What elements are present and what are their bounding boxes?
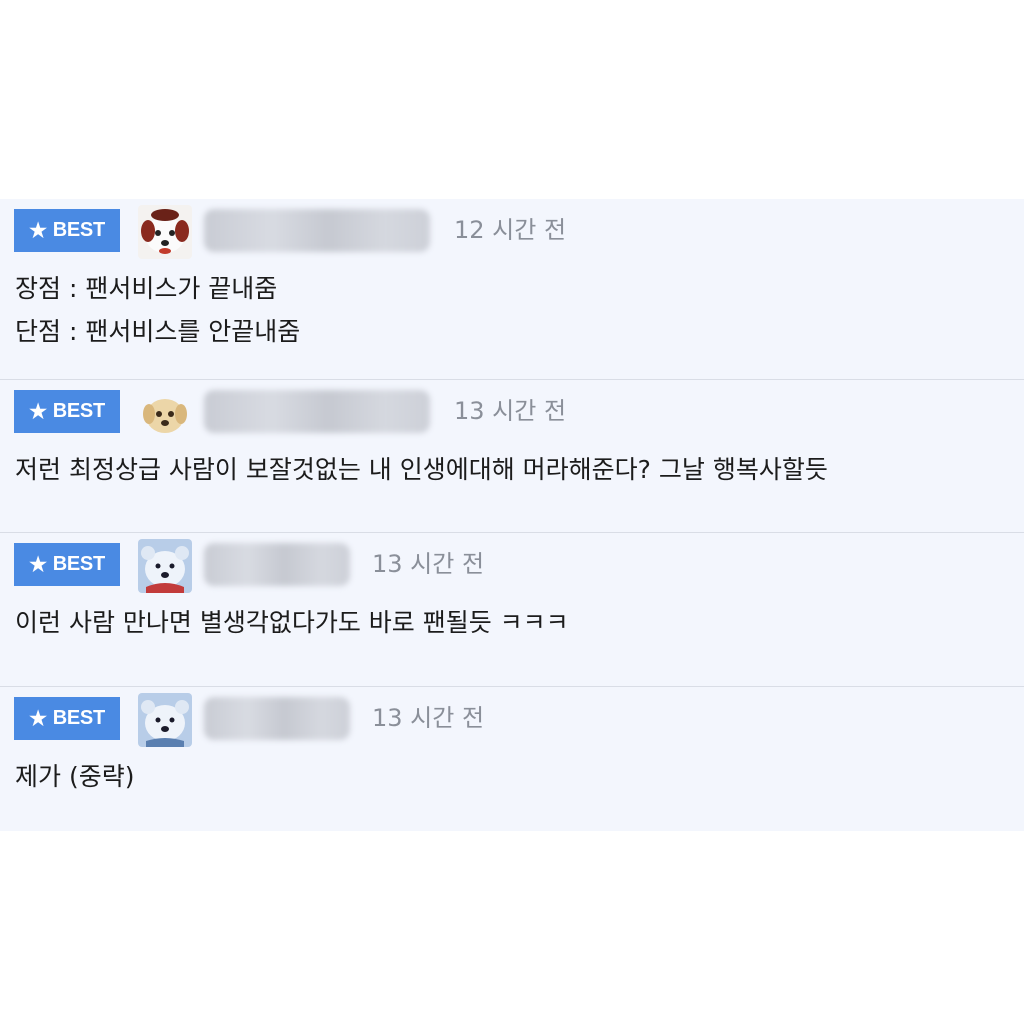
comment-text-line: 저런 최정상급 사람이 보잘것없는 내 인생에대해 머라해준다? 그날 행복사할… [15,455,828,484]
best-badge-label: BEST [52,219,105,241]
comment-text-line: 단점 : 팬서비스를 안끝내줌 [15,317,301,346]
best-badge: ★ BEST [14,543,120,586]
username[interactable] [204,209,430,252]
comment-item: ★ BEST 12 시간 전 장점 : 팬서비스가 끝내줌 단점: 팬서비스를… [0,199,1024,380]
comment-list: ★ BEST 12 시간 전 장점 : 팬서비스가 끝내줌 단점: 팬서비스를… [0,199,1024,831]
comment-meta: ★ BEST 13 시간 전 [14,539,1024,593]
user-avatar[interactable] [138,693,192,747]
best-badge-label: BEST [52,553,105,575]
best-badge: ★ BEST [14,390,120,433]
best-badge: ★ BEST [14,209,120,252]
polar-bear-avatar [138,539,192,593]
star-icon: ★ [29,708,47,730]
user-avatar[interactable] [138,205,192,259]
comment-text-line: 이런 사람 만나면 별생각없다가도 바로 팬될듯 ㅋㅋㅋ [15,608,569,637]
star-icon: ★ [29,554,47,576]
username[interactable] [204,390,430,433]
comment-text-line: 장점 : 팬서비스가 끝내줌 [15,274,278,303]
username[interactable] [204,697,350,740]
best-badge: ★ BEST [14,697,120,740]
comment-timestamp: 13 시간 전 [372,704,485,732]
comment-timestamp: 13 시간 전 [454,397,567,425]
comment-timestamp: 12 시간 전 [454,216,567,244]
best-badge-label: BEST [52,707,105,729]
polar-bear-avatar [138,693,192,747]
user-avatar[interactable] [138,386,192,440]
star-icon: ★ [29,220,47,242]
comment-item: ★ BEST 13 시간 전 이런 사람 만나면 별생각없다가도 바로 팬될듯 … [0,533,1024,687]
comment-item: ★ BEST 13 시간 전 저런 최정상급 사람이 보잘것없는 내 인생에대해… [0,380,1024,533]
best-badge-label: BEST [52,400,105,422]
comment-meta: ★ BEST 12 시간 전 [14,205,1024,259]
comment-timestamp: 13 시간 전 [372,550,485,578]
comment-meta: ★ BEST 13 시간 전 [14,693,1024,747]
user-avatar[interactable] [138,539,192,593]
comment-text-line: 제가 (중략) [15,762,135,791]
comment-item: ★ BEST 13 시간 전 제가 (중략) [0,687,1024,831]
username[interactable] [204,543,350,586]
puppy-red-avatar [138,205,192,259]
star-icon: ★ [29,401,47,423]
puppy-tan-avatar [138,386,192,440]
comment-meta: ★ BEST 13 시간 전 [14,386,1024,440]
